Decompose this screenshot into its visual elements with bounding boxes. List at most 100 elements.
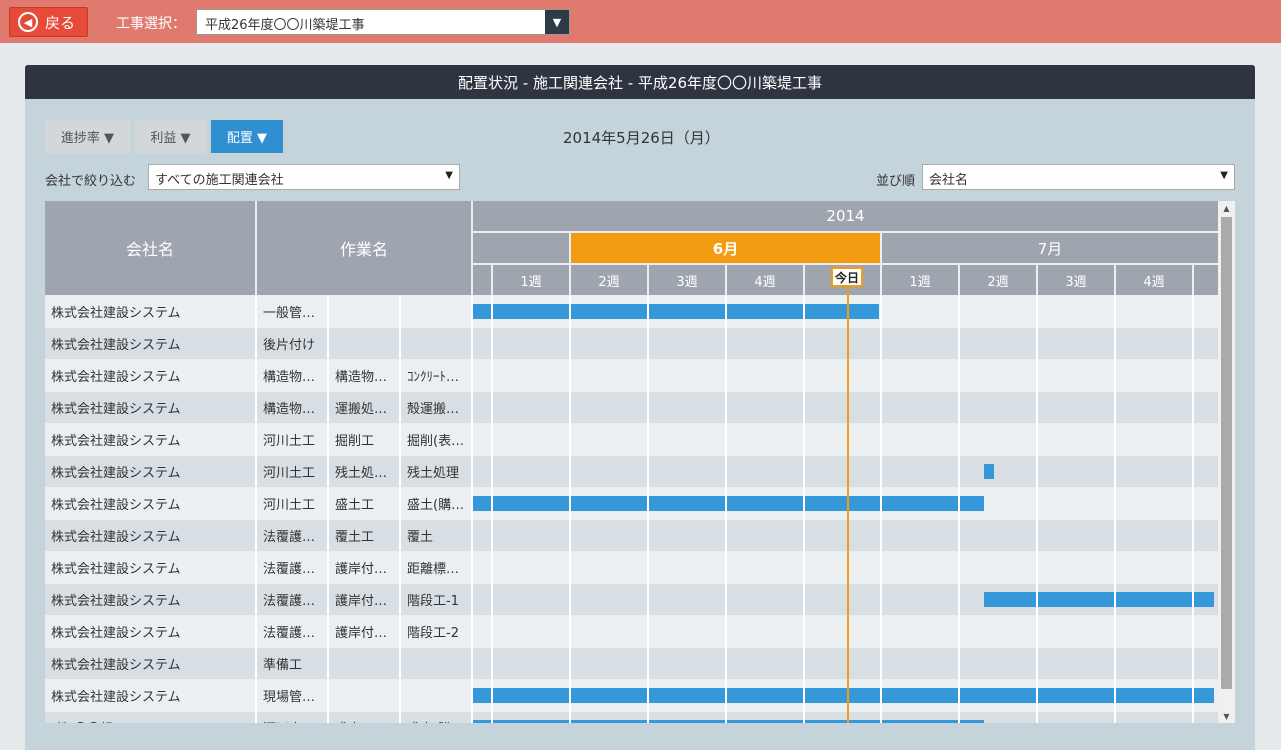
company-filter-select[interactable]: すべての施工関連会社 ▼	[148, 164, 460, 190]
company-cell: 株式会社建設システム	[51, 658, 181, 673]
schedule-bar[interactable]	[473, 496, 984, 511]
task-cell: 盛土(購…	[401, 712, 471, 723]
table-row[interactable]: 株式会社建設システム 一般管…	[45, 296, 1218, 328]
cell-divider	[327, 680, 329, 711]
task-cell: 護岸付…	[335, 626, 388, 641]
schedule-bar[interactable]	[473, 720, 984, 723]
today-line	[847, 277, 849, 723]
task-cell: 法覆護…	[263, 626, 316, 641]
cell-divider	[399, 424, 401, 455]
project-select-value: 平成26年度〇〇川築堤工事	[205, 18, 365, 33]
cell-divider	[327, 552, 329, 583]
task-cell: 護岸付…	[335, 562, 388, 577]
cell-divider	[399, 488, 401, 519]
task-cell: 盛土工	[335, 498, 375, 513]
header-task: 作業名	[257, 201, 471, 295]
cell-divider	[399, 360, 401, 391]
week-divider	[958, 295, 960, 723]
company-filter-label: 会社で絞り込む	[45, 174, 137, 189]
task-cell: 構造物…	[335, 370, 388, 385]
gantt-grid: 会社名 作業名 2014 6月 7月 1週 2週 3週 4週 1週 2週 3週 4週 株式会社…	[45, 201, 1218, 723]
week-divider	[471, 295, 473, 723]
progress-toggle-button[interactable]: 進捗率 ▼	[45, 120, 130, 153]
company-cell: 株式会社建設システム	[51, 338, 181, 353]
company-cell: 株式会社建設システム	[51, 690, 181, 705]
task-cell: 覆土工	[335, 530, 375, 545]
cell-divider	[399, 328, 401, 359]
header-week: 3週	[649, 265, 725, 295]
table-row[interactable]: 株式会社建設システム 構造物… 構造物… ｺﾝｸﾘｰﾄ…	[45, 360, 1218, 392]
task-cell: 法覆護…	[263, 562, 316, 577]
project-select[interactable]: 平成26年度〇〇川築堤工事 ▼	[196, 9, 570, 35]
scroll-down-icon[interactable]: ▼	[1218, 709, 1235, 723]
cell-divider	[399, 552, 401, 583]
task-cell: 現場管…	[263, 690, 316, 705]
table-row[interactable]: 株式会社建設システム 河川土工 残土処… 残土処理	[45, 456, 1218, 488]
cell-divider	[399, 584, 401, 615]
table-row[interactable]: 株式会社建設システム 法覆護… 護岸付… 階段工-2	[45, 616, 1218, 648]
week-divider	[803, 295, 805, 723]
cell-divider	[255, 328, 257, 359]
table-row[interactable]: 株式会社建設システム 河川土工 掘削工 掘削(表…	[45, 424, 1218, 456]
table-row[interactable]: 株式会社建設システム 後片付け	[45, 328, 1218, 360]
cell-divider	[399, 456, 401, 487]
task-cell: 河川土工	[257, 712, 327, 723]
today-marker: 今日	[831, 267, 863, 287]
table-row[interactable]: 株式会社建設システム 法覆護… 護岸付… 階段工-1	[45, 584, 1218, 616]
task-cell: 護岸付…	[335, 594, 388, 609]
cell-divider	[327, 424, 329, 455]
cell-divider	[255, 648, 257, 679]
cell-divider	[255, 520, 257, 551]
sort-label: 並び順	[876, 174, 916, 189]
task-cell: 残土処理	[407, 466, 460, 481]
panel-title: 配置状況 - 施工関連会社 - 平成26年度〇〇川築堤工事	[25, 65, 1255, 99]
task-cell: 後片付け	[263, 338, 316, 353]
table-row[interactable]: 株式会社建設システム 法覆護… 覆土工 覆土	[45, 520, 1218, 552]
placement-toggle-button[interactable]: 配置 ▼	[211, 120, 283, 153]
task-cell: 河川土工	[263, 466, 316, 481]
cell-divider	[255, 424, 257, 455]
task-cell: 運搬処…	[335, 402, 388, 417]
schedule-bar[interactable]	[473, 304, 879, 319]
task-cell	[329, 680, 399, 711]
vertical-scrollbar[interactable]: ▲ ▼	[1218, 201, 1235, 723]
table-row[interactable]: 株式会社建設システム 河川土工 盛土工 盛土(購…	[45, 488, 1218, 520]
company-cell: 株式会社建設システム	[51, 306, 181, 321]
schedule-bar[interactable]	[473, 688, 1214, 703]
project-select-label: 工事選択：	[116, 16, 186, 32]
header-month-may	[473, 233, 569, 263]
scroll-up-icon[interactable]: ▲	[1218, 201, 1235, 215]
task-cell: 一般管…	[263, 306, 316, 321]
header-week	[1194, 265, 1218, 295]
sort-select[interactable]: 会社名 ▼	[922, 164, 1235, 190]
task-cell: 構造物…	[263, 402, 316, 417]
company-cell: 株式会社建設システム	[51, 466, 181, 481]
scroll-thumb[interactable]	[1221, 217, 1232, 689]
header-week: 3週	[1038, 265, 1114, 295]
caret-down-icon: ▼	[545, 10, 569, 34]
table-row[interactable]: (株)〇〇組河川土工盛土工盛土(購…	[45, 712, 1218, 723]
company-cell: 株式会社建設システム	[51, 530, 181, 545]
cell-divider	[399, 520, 401, 551]
schedule-bar[interactable]	[983, 464, 995, 479]
cell-divider	[255, 712, 257, 723]
task-cell	[329, 328, 399, 359]
table-row[interactable]: 株式会社建設システム 構造物… 運搬処… 殻運搬…	[45, 392, 1218, 424]
table-row[interactable]: 株式会社建設システム 準備工	[45, 648, 1218, 680]
cell-divider	[255, 456, 257, 487]
task-cell: 盛土(購…	[407, 498, 465, 513]
schedule-bar[interactable]	[983, 592, 1214, 607]
company-cell: (株)〇〇組	[45, 712, 255, 723]
task-cell: 階段工-2	[407, 626, 459, 641]
cell-divider	[255, 552, 257, 583]
header-month-june: 6月	[571, 233, 880, 263]
cell-divider	[327, 712, 329, 723]
cell-divider	[327, 520, 329, 551]
cell-divider	[255, 392, 257, 423]
back-button[interactable]: ◀ 戻る	[9, 7, 88, 37]
table-row[interactable]: 株式会社建設システム 法覆護… 護岸付… 距離標…	[45, 552, 1218, 584]
profit-toggle-button[interactable]: 利益 ▼	[135, 120, 206, 153]
table-row[interactable]: 株式会社建設システム 現場管…	[45, 680, 1218, 712]
cell-divider	[327, 584, 329, 615]
task-cell: 構造物…	[263, 370, 316, 385]
